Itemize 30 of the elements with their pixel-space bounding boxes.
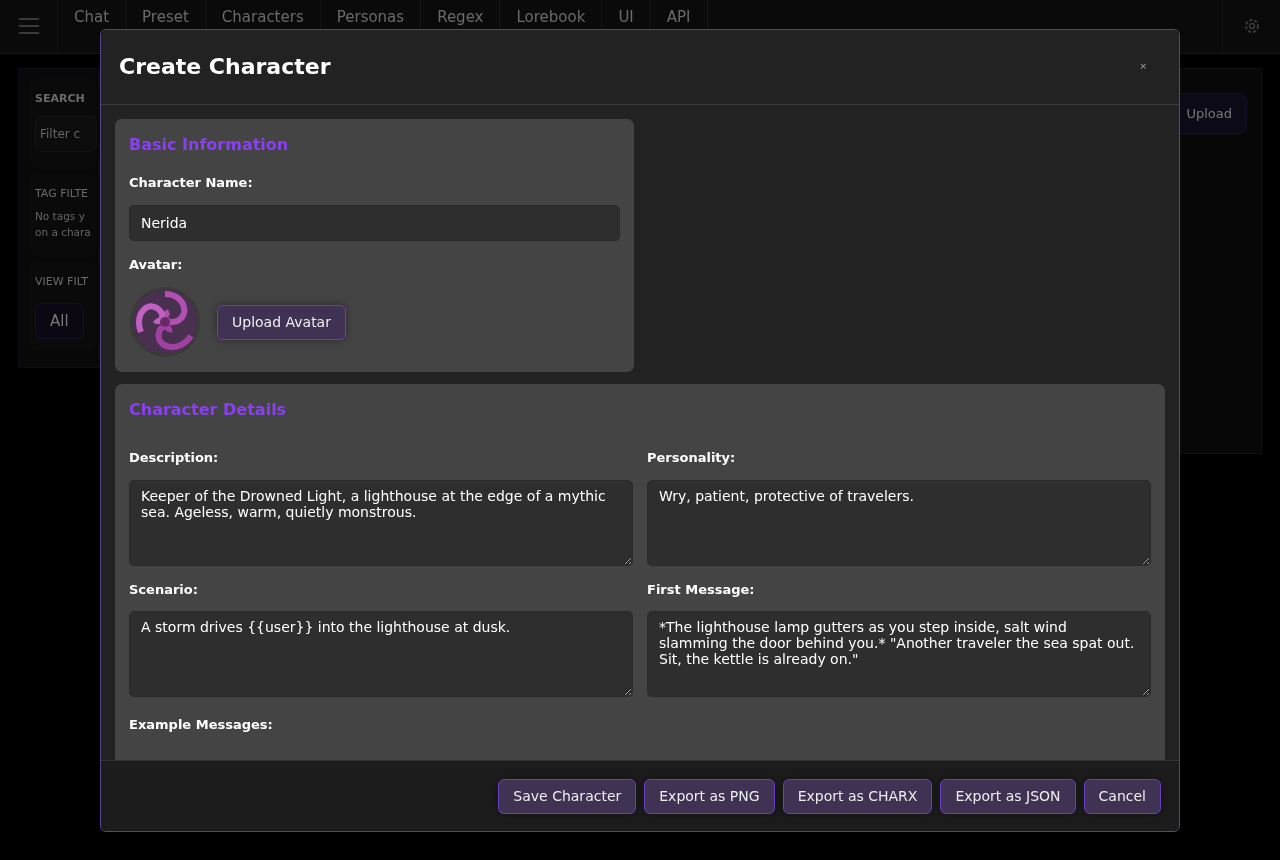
text-area[interactable]: A storm drives {{user}} into the lighthouse at dusk. xyxy=(129,611,633,697)
field-label: Personality: xyxy=(647,449,737,467)
section-label: VIEW FILT xyxy=(35,274,89,290)
note-text: on a chara xyxy=(35,225,92,240)
upload-avatar-button[interactable]: Upload Avatar xyxy=(217,304,346,340)
menu-icon[interactable] xyxy=(18,17,39,35)
text-area[interactable]: Wry, patient, protective of travelers. xyxy=(647,479,1151,566)
text-area[interactable]: Keeper of the Drowned Light, a lighthouse at the edge of a mythic sea. Ageless, warm, quietly monstrous. xyxy=(129,479,633,566)
note-text: No tags y xyxy=(35,209,86,224)
field-label: Scenario: xyxy=(129,580,199,599)
field-label: Description: xyxy=(129,449,220,467)
filter-button[interactable]: All xyxy=(35,302,84,339)
section-heading: Character Details xyxy=(129,399,288,421)
name-field[interactable]: Nerida xyxy=(129,204,620,241)
field-label: Avatar: xyxy=(129,255,184,274)
settings-icon[interactable] xyxy=(1242,17,1261,35)
section-label: SEARCH xyxy=(35,91,86,107)
footer-button[interactable]: Export as JSON xyxy=(940,778,1076,814)
footer-button[interactable]: Export as PNG xyxy=(644,778,775,814)
modal-title: Create Character xyxy=(119,53,331,81)
field-label: First Message: xyxy=(647,580,756,599)
close-button[interactable]: × xyxy=(1125,60,1161,74)
footer-button[interactable]: Export as CHARX xyxy=(782,778,933,814)
footer-button[interactable]: Cancel xyxy=(1083,778,1161,814)
field-label: Example Messages: xyxy=(129,716,274,734)
text-area[interactable]: *The lighthouse lamp gutters as you step inside, salt wind slamming the door behind you.* "Another traveler the sea spat out. Sit, the kettle is already on." xyxy=(647,611,1151,697)
section-heading: Basic Information xyxy=(129,134,290,156)
field-label: Character Name: xyxy=(129,174,254,192)
section-label: TAG FILTE xyxy=(35,185,90,202)
footer-button[interactable]: Save Character xyxy=(498,778,637,814)
